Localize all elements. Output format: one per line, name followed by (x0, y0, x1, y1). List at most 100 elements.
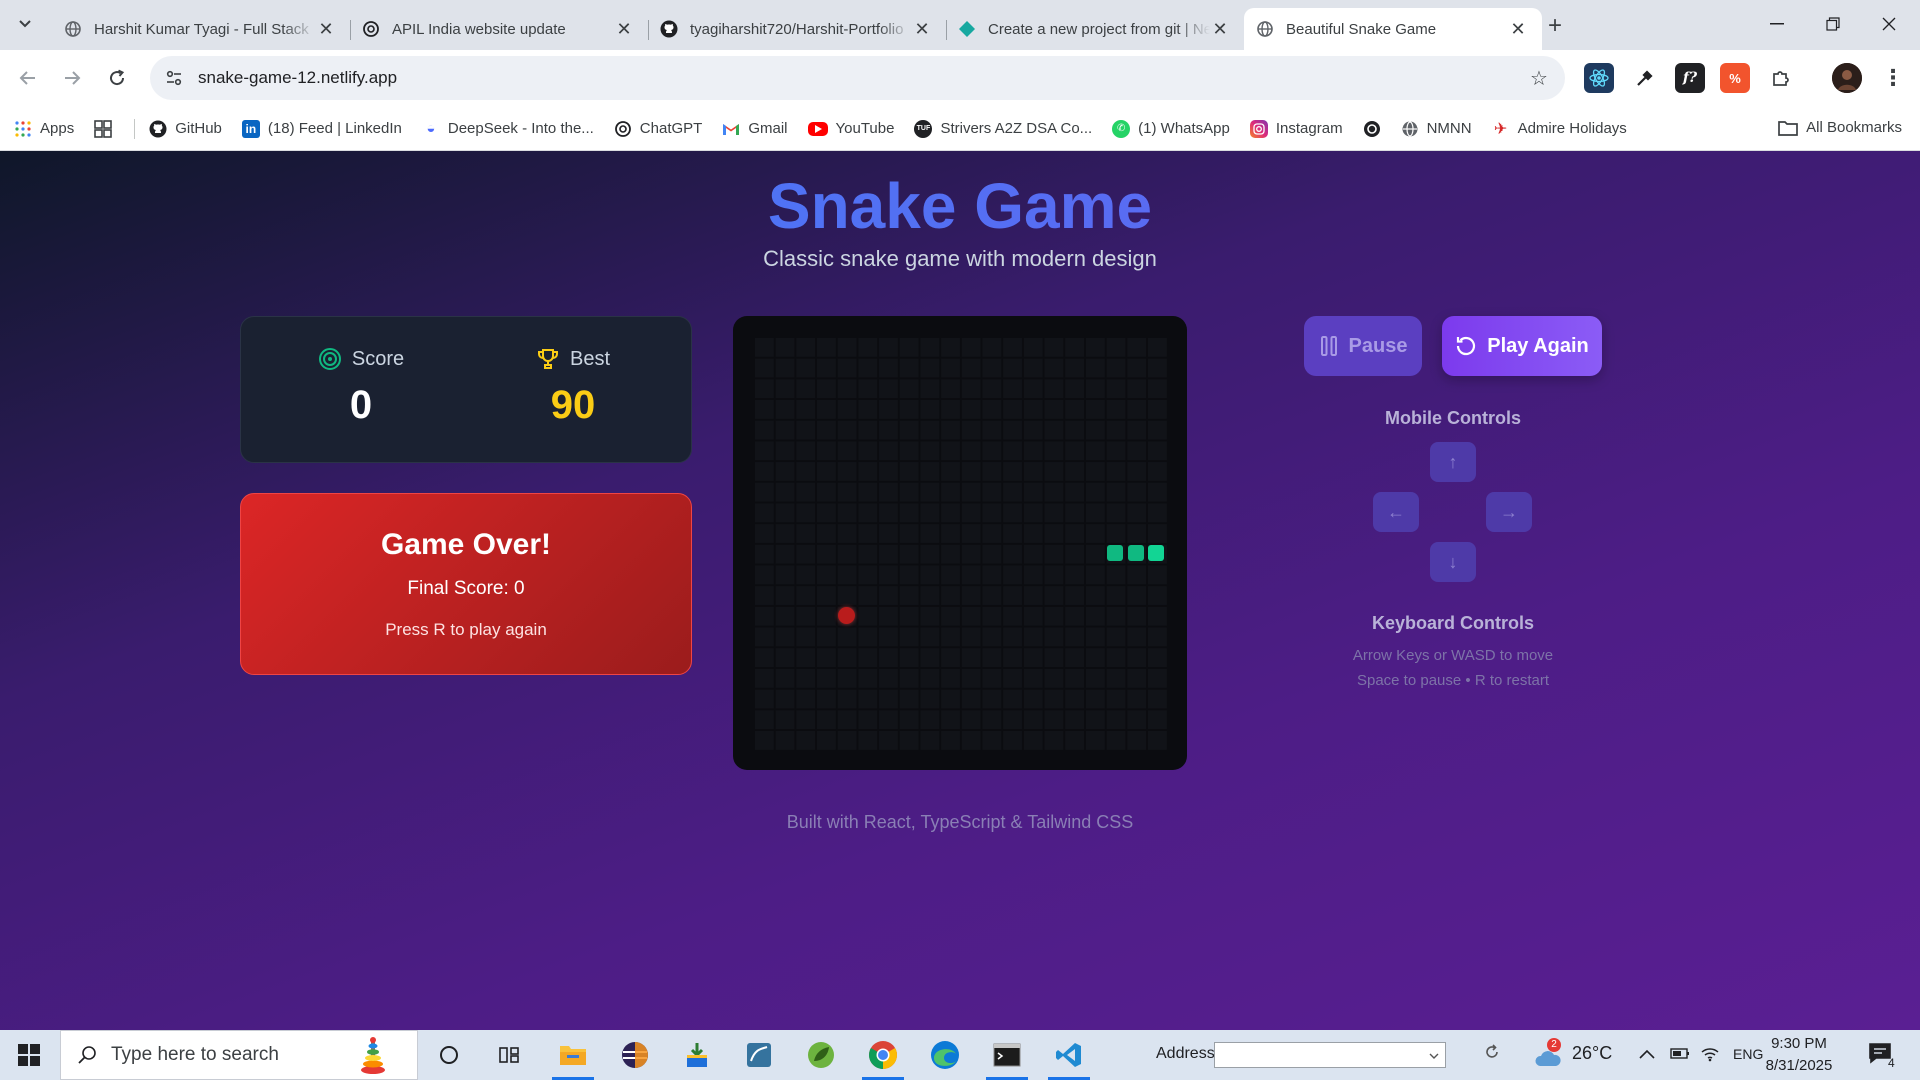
tab-github[interactable]: tyagiharshit720/Harshit-Portfolio ✕ (648, 8, 946, 50)
folder-icon (1778, 120, 1798, 136)
score-value: 0 (349, 383, 373, 427)
url-text[interactable]: snake-game-12.netlify.app (198, 68, 397, 88)
show-hidden-icons-button[interactable] (1639, 1046, 1655, 1064)
play-again-label: Play Again (1487, 334, 1589, 357)
color-picker-icon[interactable] (1630, 63, 1660, 93)
tab-netlify[interactable]: Create a new project from git | Netlify … (946, 8, 1244, 50)
close-tab-button[interactable]: ✕ (316, 19, 336, 39)
eclipse-app[interactable] (614, 1035, 656, 1075)
arrow-right-icon: → (1500, 501, 1518, 522)
tab-groups-button[interactable] (94, 119, 120, 138)
bookmark-label: (1) WhatsApp (1138, 120, 1230, 137)
arrow-right-button[interactable]: → (1486, 492, 1532, 532)
github-icon (660, 20, 678, 38)
bookmark-chatgpt[interactable]: ChatGPT (614, 120, 702, 138)
apps-grid-icon (14, 120, 32, 138)
page-subtitle: Classic snake game with modern design (763, 246, 1157, 271)
bookmark-gmail[interactable]: Gmail (722, 120, 788, 138)
bookmark-linkedin[interactable]: in (18) Feed | LinkedIn (241, 119, 402, 138)
profile-avatar[interactable] (1832, 63, 1862, 93)
bookmark-admire-holidays[interactable]: ✈ Admire Holidays (1492, 120, 1627, 138)
chrome-app[interactable] (862, 1035, 904, 1080)
bookmark-youtube[interactable]: YouTube (807, 120, 894, 137)
score-label: Score (351, 347, 405, 370)
percent-extension-icon[interactable]: % (1720, 63, 1750, 93)
bookmark-instagram[interactable]: Instagram (1249, 119, 1343, 138)
pause-button[interactable]: Pause (1304, 316, 1422, 376)
all-bookmarks-button[interactable]: All Bookmarks (1778, 119, 1902, 136)
snake-head (1148, 545, 1165, 561)
installer-app[interactable] (676, 1035, 718, 1075)
site-info-icon[interactable] (154, 58, 194, 98)
arrow-left-button[interactable]: ← (1373, 492, 1419, 532)
address-toolbar-input[interactable] (1214, 1042, 1446, 1068)
all-bookmarks-label: All Bookmarks (1806, 119, 1902, 136)
close-tab-button[interactable]: ✕ (1508, 19, 1528, 39)
tab-title: tyagiharshit720/Harshit-Portfolio (690, 20, 904, 38)
notifications-button[interactable]: 4 (1868, 1042, 1904, 1072)
forward-button[interactable] (56, 62, 88, 94)
cortana-icon (440, 1046, 458, 1064)
react-devtools-icon[interactable] (1584, 63, 1614, 93)
close-tab-button[interactable]: ✕ (912, 19, 932, 39)
chevron-down-icon (1429, 1053, 1439, 1059)
bookmark-label: DeepSeek - Into the... (447, 120, 594, 137)
bookmark-nmnn[interactable]: NMNN (1401, 120, 1472, 138)
close-window-button[interactable] (1862, 0, 1916, 48)
clock[interactable]: 9:30 PM 8/31/2025 (1755, 1033, 1843, 1077)
temperature: 26°C (1572, 1043, 1613, 1063)
close-tab-button[interactable]: ✕ (614, 19, 634, 39)
extensions-puzzle-icon[interactable] (1766, 63, 1796, 93)
back-button[interactable] (12, 62, 44, 94)
game-board[interactable] (733, 316, 1187, 770)
battery-icon[interactable] (1669, 1045, 1691, 1066)
reload-button[interactable] (101, 62, 133, 94)
admire-icon: ✈ (1493, 120, 1508, 138)
task-view-button[interactable] (488, 1035, 530, 1075)
restore-button[interactable] (1806, 0, 1860, 48)
tab-portfolio[interactable]: Harshit Kumar Tyagi - Full Stack ✕ (52, 8, 350, 50)
browser-tab-strip: Harshit Kumar Tyagi - Full Stack ✕ APIL … (0, 0, 1920, 50)
edge-app[interactable] (924, 1035, 966, 1075)
new-tab-button[interactable]: + (1541, 12, 1569, 40)
vscode-app[interactable] (1048, 1035, 1090, 1080)
bookmark-strivers[interactable]: TUF Strivers A2Z DSA Co... (914, 119, 1092, 138)
whatfont-icon[interactable]: f? (1675, 63, 1705, 93)
minimize-button[interactable] (1750, 0, 1804, 48)
cortana-button[interactable] (428, 1035, 470, 1075)
tab-groups-icon (94, 119, 113, 138)
address-go-icon[interactable] (1484, 1044, 1500, 1065)
bookmark-openai[interactable] (1363, 120, 1381, 138)
tab-apil[interactable]: APIL India website update ✕ (350, 8, 648, 50)
bookmark-deepseek[interactable]: ◒ DeepSeek - Into the... (422, 120, 594, 138)
address-bar[interactable]: snake-game-12.netlify.app ☆ (150, 56, 1565, 100)
wifi-icon[interactable] (1700, 1044, 1720, 1067)
terminal-app[interactable] (986, 1035, 1028, 1080)
bookmark-label: Gmail (748, 120, 788, 137)
bookmark-github[interactable]: GitHub (149, 120, 222, 138)
bookmark-apps[interactable]: Apps (14, 120, 74, 138)
weather-widget[interactable]: 2 (1533, 1038, 1563, 1070)
spring-tool-app[interactable] (800, 1035, 842, 1075)
play-again-button[interactable]: Play Again (1442, 316, 1602, 376)
bookmark-whatsapp[interactable]: ✆ (1) WhatsApp (1112, 119, 1230, 138)
arrow-right-icon (65, 71, 81, 85)
tab-title: APIL India website update (392, 20, 566, 38)
close-tab-button[interactable]: ✕ (1210, 19, 1230, 39)
linkedin-icon: in (241, 119, 260, 138)
tab-search-button[interactable] (10, 8, 40, 40)
tab-snake-game[interactable]: Beautiful Snake Game ✕ (1244, 8, 1542, 50)
arrow-down-button[interactable]: ↓ (1430, 542, 1476, 582)
taskbar-search[interactable]: Type here to search (60, 1030, 418, 1080)
mysql-workbench-app[interactable] (738, 1035, 780, 1075)
tab-title: Harshit Kumar Tyagi - Full Stack (94, 20, 309, 38)
browser-menu-icon[interactable]: ⋮ (1878, 63, 1908, 93)
arrow-down-icon: ↓ (1448, 551, 1458, 572)
score-stat: Score 0 (261, 347, 461, 428)
file-explorer-app[interactable] (552, 1035, 594, 1080)
reload-icon (110, 69, 125, 86)
start-button[interactable] (0, 1030, 58, 1080)
score-card: Score 0 Best 90 (240, 316, 692, 463)
arrow-up-button[interactable]: ↑ (1430, 442, 1476, 482)
bookmark-star-icon[interactable]: ☆ (1527, 66, 1551, 90)
